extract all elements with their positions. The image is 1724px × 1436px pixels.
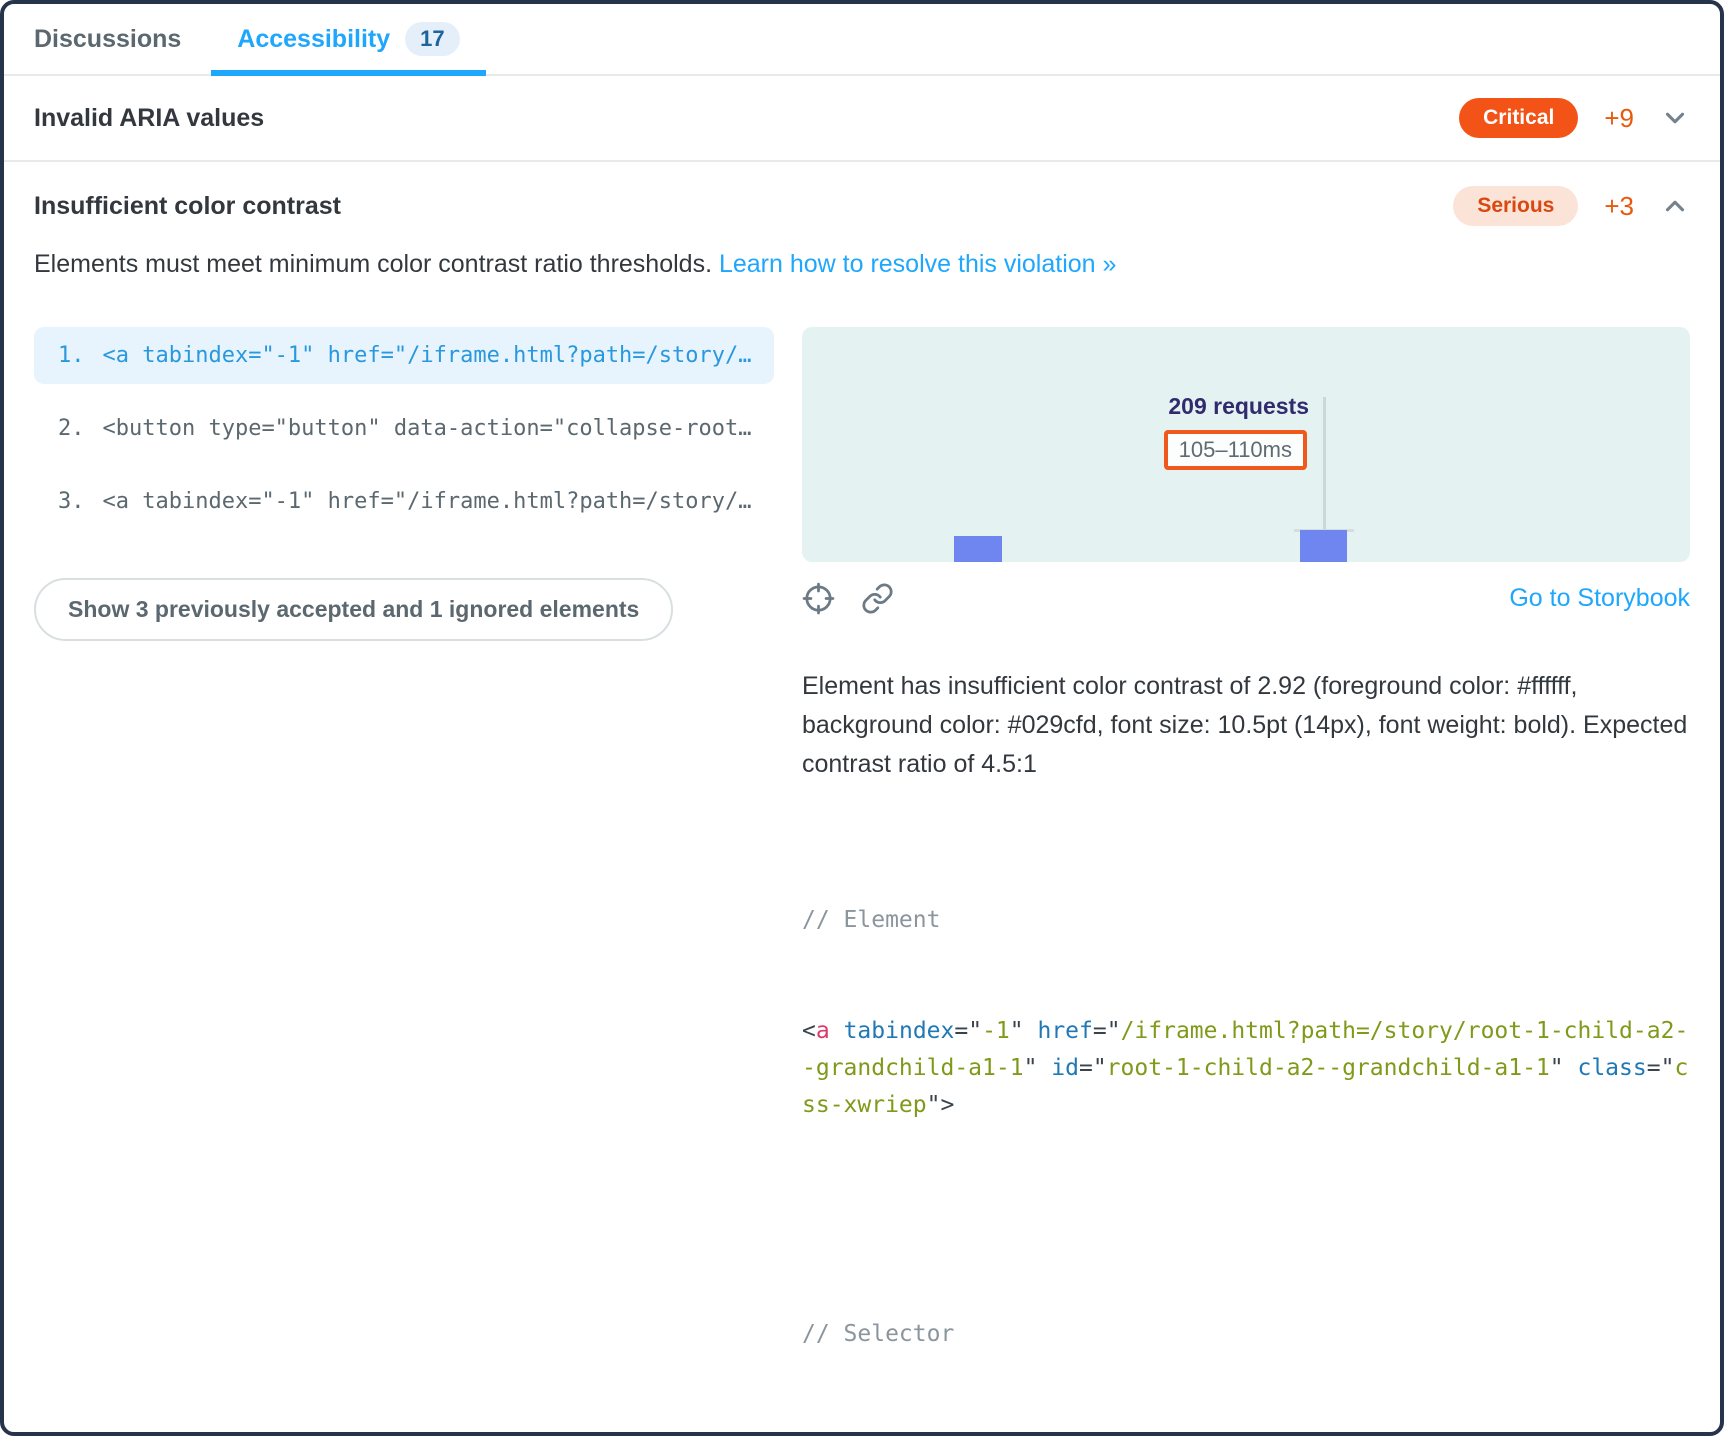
- violating-elements-list: 1. <a tabindex="-1" href="/iframe.html?p…: [34, 327, 774, 641]
- show-accepted-elements-button[interactable]: Show 3 previously accepted and 1 ignored…: [34, 578, 673, 641]
- more-count: +9: [1604, 103, 1634, 134]
- rule-detail-columns: 1. <a tabindex="-1" href="/iframe.html?p…: [4, 327, 1720, 1436]
- copy-link-button[interactable]: [861, 582, 894, 615]
- accessibility-panel: Discussions Accessibility 17 Invalid ARI…: [0, 0, 1724, 1436]
- rule-row-insufficient-color-contrast[interactable]: Insufficient color contrast Serious +3: [4, 162, 1720, 236]
- rule-meta: Critical +9: [1459, 98, 1690, 138]
- element-code-snippet: <a tabindex="-1" href="/iframe.html?path…: [103, 343, 752, 368]
- rule-description: Elements must meet minimum color contras…: [4, 250, 1720, 279]
- preview-tooltip-title: 209 requests: [1168, 393, 1309, 420]
- locate-element-button[interactable]: [802, 582, 835, 615]
- element-code-block: // Element <a tabindex="-1" href="/ifram…: [802, 828, 1690, 1198]
- story-preview-image: 209 requests 105–110ms: [802, 327, 1690, 562]
- more-count: +3: [1604, 191, 1634, 222]
- active-tab-underline: [211, 70, 485, 76]
- accessibility-count-badge: 17: [405, 22, 459, 56]
- element-number: 3.: [58, 489, 85, 514]
- element-list-item-2[interactable]: 2. <button type="button" data-action="co…: [34, 400, 774, 457]
- preview-pointer-line: [1323, 397, 1326, 531]
- selector-code-comment: // Selector: [802, 1316, 1690, 1353]
- rule-title: Insufficient color contrast: [34, 192, 1453, 221]
- tab-discussions[interactable]: Discussions: [34, 4, 181, 74]
- violation-detail-text: Element has insufficient color contrast …: [802, 667, 1690, 784]
- preview-bar: [954, 536, 1002, 562]
- element-code-comment: // Element: [802, 902, 1690, 939]
- element-code-snippet: <a tabindex="-1" href="/iframe.html?path…: [103, 489, 752, 514]
- link-icon: [861, 582, 894, 615]
- rule-section-color-contrast: Insufficient color contrast Serious +3 E…: [4, 162, 1720, 1436]
- tab-accessibility-label: Accessibility: [237, 25, 390, 54]
- element-code-snippet: <button type="button" data-action="colla…: [103, 416, 752, 441]
- learn-how-link[interactable]: Learn how to resolve this violation »: [719, 250, 1116, 278]
- element-code: <a tabindex="-1" href="/iframe.html?path…: [802, 1013, 1690, 1124]
- preview-bar: [1300, 530, 1347, 562]
- element-list-item-3[interactable]: 3. <a tabindex="-1" href="/iframe.html?p…: [34, 473, 774, 530]
- selector-code: .css-ocnlra > div > div[data-highlighted…: [802, 1427, 1690, 1436]
- element-list-item-1[interactable]: 1. <a tabindex="-1" href="/iframe.html?p…: [34, 327, 774, 384]
- element-detail-pane: 209 requests 105–110ms Go to Storybo: [802, 327, 1690, 1436]
- rule-description-text: Elements must meet minimum color contras…: [34, 250, 712, 278]
- chevron-up-icon[interactable]: [1660, 191, 1690, 221]
- element-number: 2.: [58, 416, 85, 441]
- crosshair-icon: [802, 582, 835, 615]
- chevron-down-icon[interactable]: [1660, 103, 1690, 133]
- rule-title: Invalid ARIA values: [34, 104, 1459, 133]
- tab-accessibility[interactable]: Accessibility 17: [211, 4, 485, 74]
- rule-meta: Serious +3: [1453, 186, 1690, 226]
- tab-bar: Discussions Accessibility 17: [4, 4, 1720, 76]
- selector-code-block: // Selector .css-ocnlra > div > div[data…: [802, 1242, 1690, 1436]
- element-number: 1.: [58, 343, 85, 368]
- severity-badge-serious: Serious: [1453, 186, 1578, 226]
- rule-row-invalid-aria-values[interactable]: Invalid ARIA values Critical +9: [4, 76, 1720, 162]
- highlighted-element-box: 105–110ms: [1164, 430, 1307, 470]
- preview-actions-row: Go to Storybook: [802, 582, 1690, 615]
- tab-discussions-label: Discussions: [34, 25, 181, 54]
- severity-badge-critical: Critical: [1459, 98, 1578, 138]
- go-to-storybook-link[interactable]: Go to Storybook: [1509, 584, 1690, 613]
